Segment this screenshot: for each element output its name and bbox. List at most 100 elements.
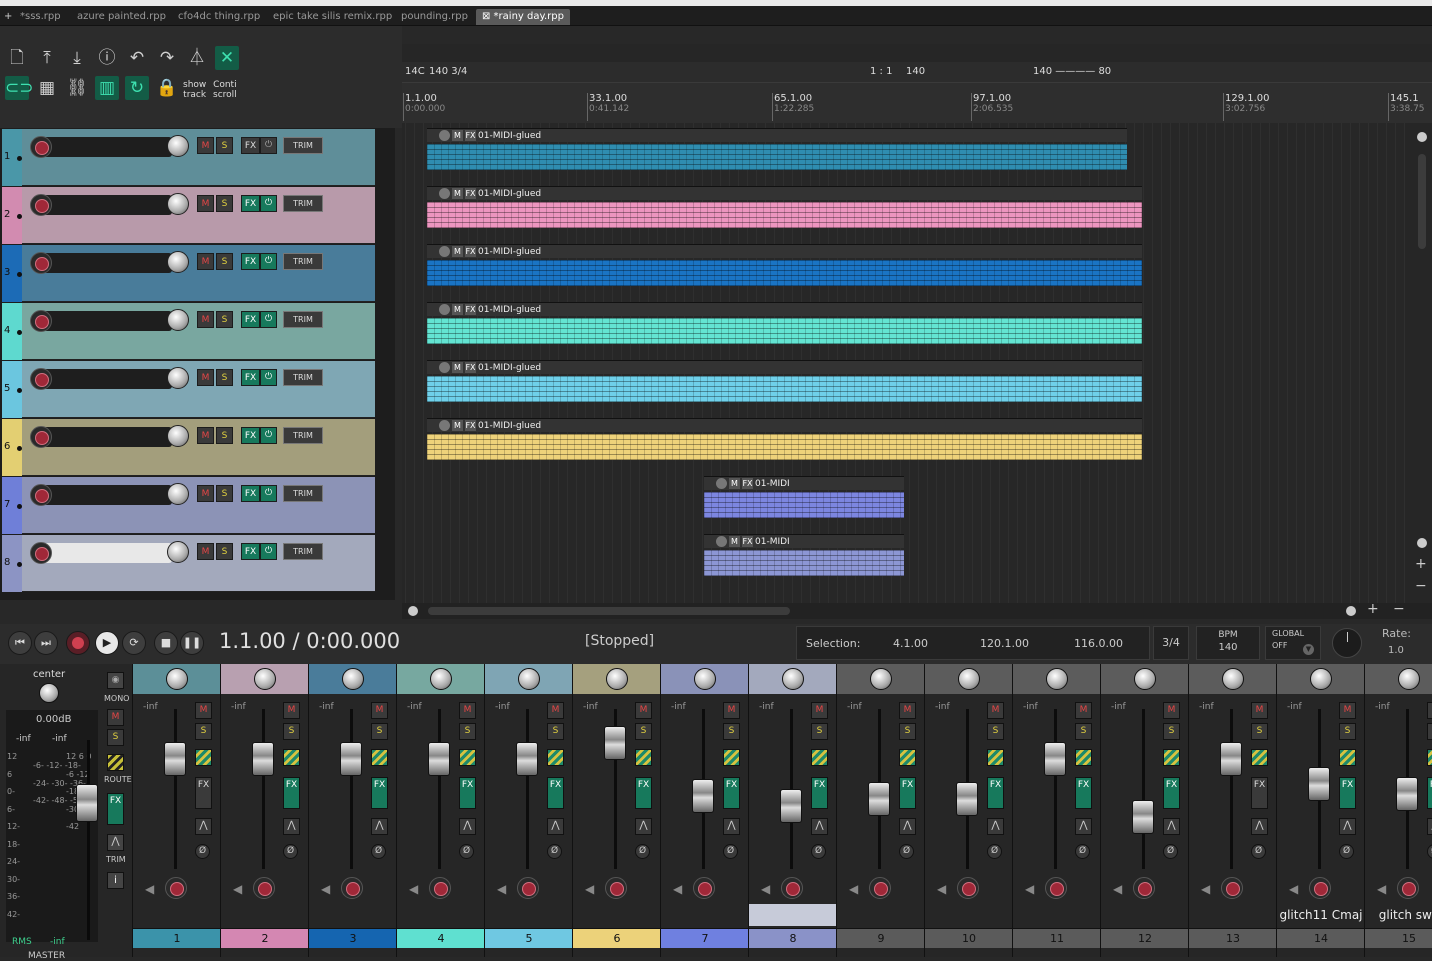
phase-button[interactable]: Ø: [987, 844, 1002, 859]
item-fade-icon[interactable]: [716, 478, 727, 489]
solo-button[interactable]: S: [459, 723, 476, 740]
pan-knob[interactable]: [342, 668, 364, 690]
trim-automation-button[interactable]: TRIM: [283, 427, 323, 444]
phase-button[interactable]: Ø: [1427, 844, 1432, 859]
master-fader[interactable]: [76, 784, 98, 822]
route-icon[interactable]: [547, 749, 564, 766]
fx-button[interactable]: FX: [195, 777, 212, 809]
track-name-field[interactable]: [40, 543, 172, 563]
record-arm-button[interactable]: [1397, 877, 1419, 899]
pan-knob[interactable]: [166, 668, 188, 690]
solo-button[interactable]: S: [216, 195, 233, 212]
item-mute-icon[interactable]: M: [452, 188, 463, 199]
go-to-start-icon[interactable]: ⏮: [8, 631, 32, 655]
volume-fader[interactable]: [340, 742, 362, 776]
fx-button[interactable]: FX: [283, 777, 300, 809]
project-tab[interactable]: epic take silis remix.rpp: [267, 9, 398, 25]
mute-button[interactable]: M: [459, 702, 476, 719]
route-icon[interactable]: [1251, 749, 1268, 766]
media-item[interactable]: M FX 01-MIDI-glued: [427, 418, 1142, 460]
record-arm-button[interactable]: [1133, 877, 1155, 899]
master-volume-db[interactable]: 0.00dB: [36, 714, 71, 725]
master-trim-button[interactable]: TRIM: [106, 855, 126, 864]
envelope-icon[interactable]: ⋀: [1427, 818, 1432, 835]
strip-number[interactable]: 9: [837, 928, 925, 948]
volume-fader[interactable]: [1132, 800, 1154, 834]
item-fx-icon[interactable]: FX: [465, 304, 476, 315]
rate-value[interactable]: 1.0: [1388, 645, 1404, 656]
timeline-ruler[interactable]: 1.1.00 0:00.000 33.1.00 0:41.142 65.1.00 1:22…: [402, 83, 1432, 123]
crossfade-icon[interactable]: ✕: [215, 46, 239, 70]
track-folder-dot[interactable]: [17, 388, 22, 393]
fx-button[interactable]: FX: [811, 777, 828, 809]
phase-button[interactable]: Ø: [459, 844, 474, 859]
show-track-toggle[interactable]: show track: [183, 80, 206, 100]
solo-button[interactable]: S: [216, 427, 233, 444]
record-arm-button[interactable]: [165, 877, 187, 899]
media-item[interactable]: M FX 01-MIDI-glued: [427, 186, 1142, 228]
record-arm-button[interactable]: [30, 426, 52, 448]
phase-button[interactable]: Ø: [283, 844, 298, 859]
master-info-button[interactable]: i: [107, 872, 124, 889]
track-name-field[interactable]: [40, 311, 172, 331]
time-signature-box[interactable]: 3/4: [1153, 626, 1189, 660]
track-name-field[interactable]: [40, 195, 172, 215]
volume-fader[interactable]: [164, 742, 186, 776]
volume-fader[interactable]: [780, 789, 802, 823]
scroll-right-icon[interactable]: [1346, 606, 1356, 616]
trim-automation-button[interactable]: TRIM: [283, 137, 323, 154]
track-name-field[interactable]: [40, 369, 172, 389]
record-arm-button[interactable]: [30, 542, 52, 564]
record-arm-button[interactable]: [605, 877, 627, 899]
phase-button[interactable]: Ø: [723, 844, 738, 859]
strip-name[interactable]: [749, 904, 837, 926]
route-icon[interactable]: [1427, 749, 1432, 766]
fx-button[interactable]: FX: [459, 777, 476, 809]
solo-button[interactable]: S: [1339, 723, 1356, 740]
record-arm-button[interactable]: [1309, 877, 1331, 899]
route-icon[interactable]: [459, 749, 476, 766]
strip-number[interactable]: 13: [1189, 928, 1277, 948]
solo-button[interactable]: S: [216, 369, 233, 386]
tempo-ruler[interactable]: 14C 140 3/4 1 : 1 140 140 ———— 80: [402, 62, 1432, 83]
trim-automation-button[interactable]: TRIM: [283, 369, 323, 386]
pause-button[interactable]: ❚❚: [180, 631, 204, 655]
envelope-icon[interactable]: ⋀: [371, 818, 388, 835]
repeat-icon[interactable]: ⟳: [122, 631, 146, 655]
master-solo-button[interactable]: S: [107, 729, 124, 746]
fx-button[interactable]: FX: [635, 777, 652, 809]
grid-icon[interactable]: ▦: [35, 76, 59, 100]
play-button[interactable]: ▶: [95, 631, 119, 655]
phase-button[interactable]: Ø: [1163, 844, 1178, 859]
fx-button[interactable]: FX: [241, 253, 260, 270]
stop-button[interactable]: ■: [154, 631, 178, 655]
phase-button[interactable]: Ø: [371, 844, 386, 859]
strip-name[interactable]: [573, 904, 661, 926]
item-fx-icon[interactable]: FX: [465, 362, 476, 373]
solo-button[interactable]: S: [987, 723, 1004, 740]
trim-automation-button[interactable]: TRIM: [283, 195, 323, 212]
tempo-ramp-marker[interactable]: 140 ———— 80: [1033, 66, 1111, 77]
item-fx-icon[interactable]: FX: [465, 130, 476, 141]
metronome-icon[interactable]: ⏃: [185, 46, 209, 70]
pan-knob[interactable]: [694, 668, 716, 690]
global-automation-box[interactable]: GLOBAL OFF ▼: [1265, 626, 1321, 660]
strip-name[interactable]: [837, 904, 925, 926]
info-icon[interactable]: ⓘ: [95, 46, 119, 70]
track-folder-dot[interactable]: [17, 156, 22, 161]
envelope-icon[interactable]: ⋀: [987, 818, 1004, 835]
strip-name[interactable]: glitch11 Cmaj: [1277, 904, 1365, 926]
track-folder-dot[interactable]: [17, 272, 22, 277]
item-fade-icon[interactable]: [439, 420, 450, 431]
mute-button[interactable]: M: [1427, 702, 1432, 719]
mute-button[interactable]: M: [723, 702, 740, 719]
solo-button[interactable]: S: [1163, 723, 1180, 740]
redo-icon[interactable]: ↷: [155, 46, 179, 70]
undo-icon[interactable]: ↶: [125, 46, 149, 70]
strip-name[interactable]: [661, 904, 749, 926]
track-header[interactable]: 4 M S FX ⏻ TRIM: [2, 303, 375, 360]
strip-number[interactable]: 5: [485, 928, 573, 948]
selection-end[interactable]: 120.1.00: [980, 637, 1029, 650]
strip-number[interactable]: 6: [573, 928, 661, 948]
scroll-left-icon[interactable]: [408, 606, 418, 616]
